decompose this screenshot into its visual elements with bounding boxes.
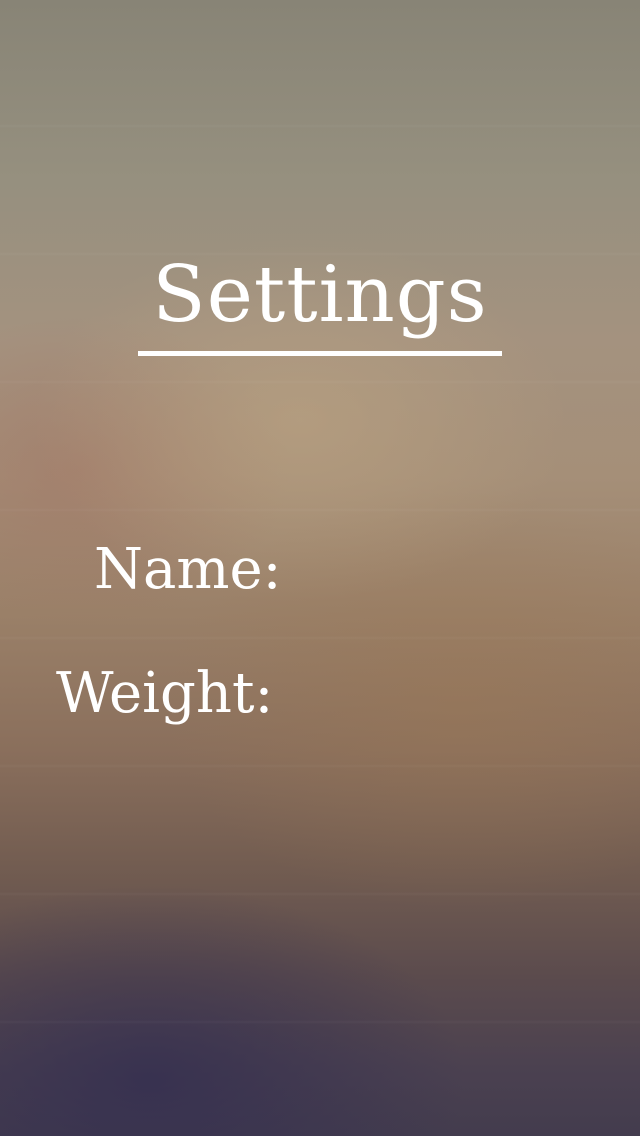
weight-label: Weight: xyxy=(56,661,274,726)
title-container: Settings xyxy=(0,245,640,356)
page-title: Settings xyxy=(138,245,502,356)
name-label: Name: xyxy=(94,537,282,602)
